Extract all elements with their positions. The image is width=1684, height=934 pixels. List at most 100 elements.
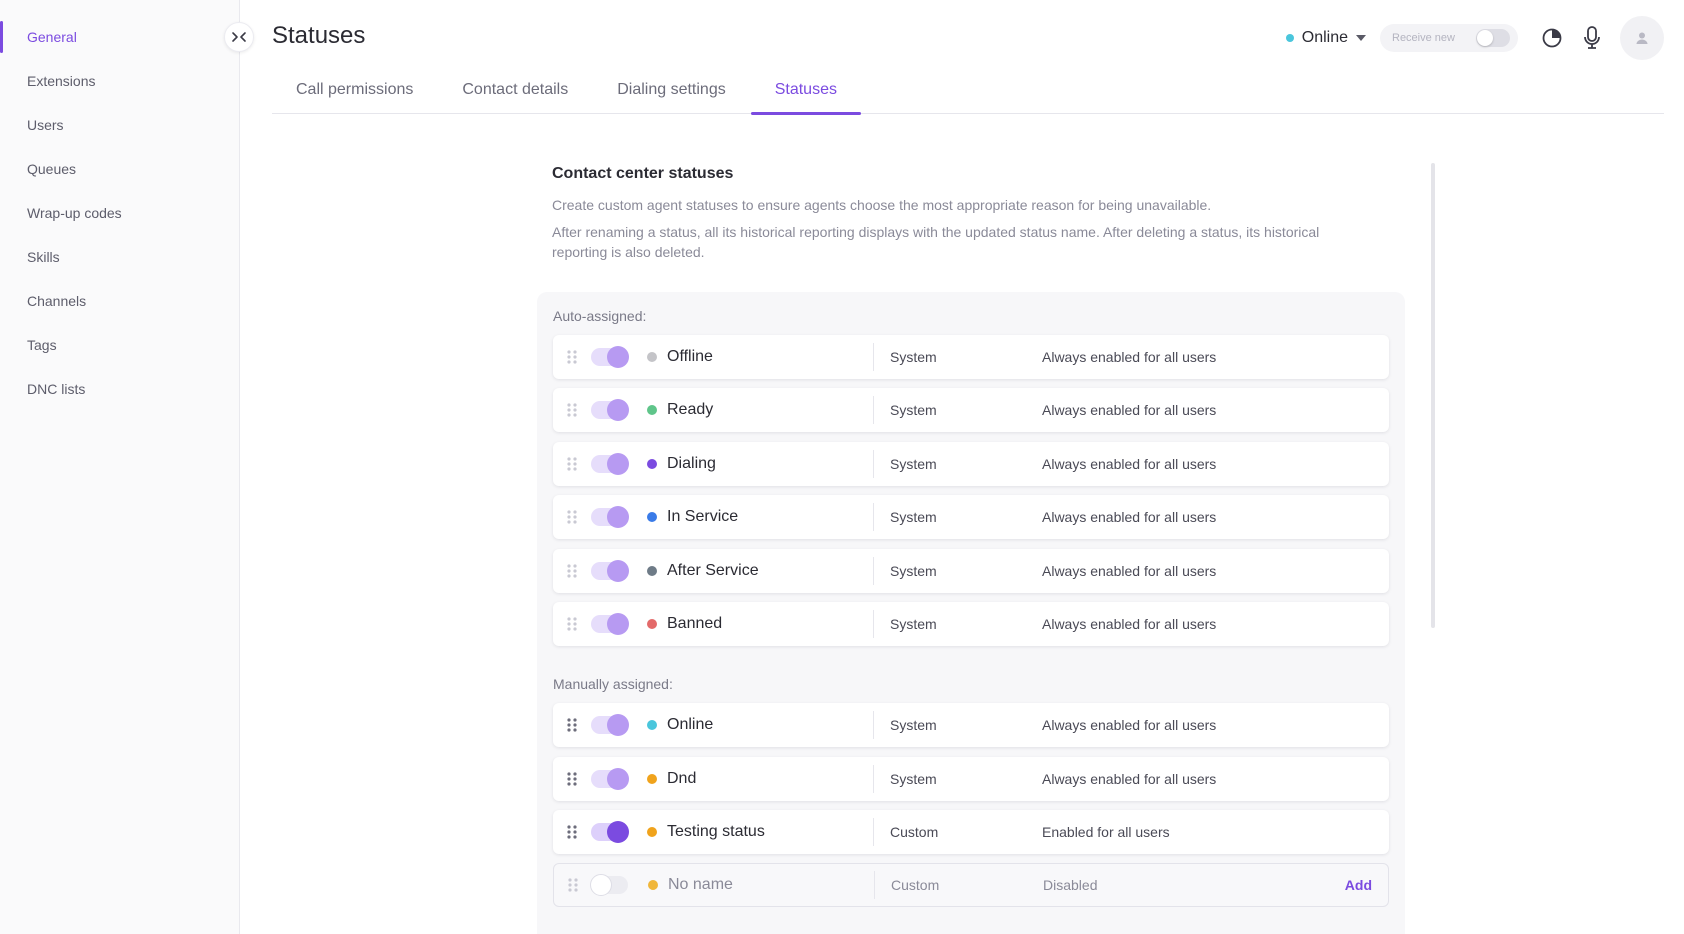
tab-contact-details[interactable]: Contact details	[438, 66, 592, 113]
status-name: Testing status	[647, 823, 873, 841]
sidebar-item-queues[interactable]: Queues	[0, 147, 239, 191]
status-name: Banned	[647, 615, 873, 633]
tab-bar: Call permissions Contact details Dialing…	[272, 66, 1664, 115]
status-row: Testing status Custom Enabled for all us…	[553, 810, 1389, 854]
receive-new-toggle[interactable]: Receive new	[1380, 23, 1518, 52]
status-toggle[interactable]	[591, 821, 629, 843]
column-divider	[873, 557, 874, 585]
status-type: System	[890, 402, 937, 418]
status-row: Banned System Always enabled for all use…	[553, 602, 1389, 646]
status-name: After Service	[647, 562, 873, 580]
status-color-dot	[647, 774, 657, 784]
status-toggle[interactable]	[591, 714, 629, 736]
avatar[interactable]	[1620, 15, 1664, 60]
drag-handle-icon[interactable]	[553, 772, 591, 786]
status-dot	[1285, 33, 1294, 42]
status-type: Custom	[890, 824, 939, 840]
tab-statuses[interactable]: Statuses	[750, 66, 862, 115]
column-divider	[873, 343, 874, 371]
app-root: General Extensions Users Queues Wrap-up …	[0, 0, 1684, 934]
column-divider	[873, 396, 874, 424]
header-actions: Online Receive new	[1285, 15, 1684, 60]
auto-assigned-label: Auto-assigned:	[553, 308, 647, 324]
microphone-icon	[1584, 25, 1600, 49]
status-toggle[interactable]	[591, 346, 629, 368]
status-name: Offline	[647, 348, 873, 366]
chart-icon	[1542, 28, 1562, 47]
status-toggle[interactable]	[591, 399, 629, 421]
status-type: System	[890, 456, 937, 472]
collapse-sidebar-button[interactable]	[224, 22, 254, 52]
sidebar-item-dnc-lists[interactable]: DNC lists	[0, 367, 239, 411]
status-row: Online System Always enabled for all use…	[553, 703, 1389, 747]
drag-handle-icon[interactable]	[553, 403, 591, 417]
status-availability: Always enabled for all users	[1042, 456, 1217, 472]
section-description: Create custom agent statuses to ensure a…	[552, 197, 1212, 213]
status-dropdown[interactable]: Online	[1285, 29, 1366, 47]
status-row: In Service System Always enabled for all…	[553, 495, 1389, 539]
status-color-dot	[647, 405, 657, 415]
status-toggle[interactable]	[591, 453, 629, 475]
sidebar-item-general[interactable]: General	[0, 15, 239, 59]
drag-handle-icon[interactable]	[553, 510, 591, 524]
status-type: System	[890, 349, 937, 365]
status-row: Offline System Always enabled for all us…	[553, 335, 1389, 379]
column-divider	[873, 818, 874, 846]
drag-handle-icon[interactable]	[553, 825, 591, 839]
status-availability: Always enabled for all users	[1042, 616, 1217, 632]
status-name: Dialing	[647, 455, 873, 473]
status-availability: Always enabled for all users	[1042, 771, 1217, 787]
status-availability: Always enabled for all users	[1042, 349, 1217, 365]
receive-new-switch[interactable]	[1476, 28, 1510, 47]
column-divider	[874, 871, 875, 899]
scrollbar[interactable]	[1431, 163, 1435, 628]
drag-handle-icon[interactable]	[553, 718, 591, 732]
drag-handle-icon[interactable]	[553, 617, 591, 631]
status-toggle[interactable]	[591, 560, 629, 582]
status-toggle[interactable]	[591, 768, 629, 790]
status-color-dot	[647, 459, 657, 469]
column-divider	[873, 610, 874, 638]
sidebar-item-wrap-up-codes[interactable]: Wrap-up codes	[0, 191, 239, 235]
sidebar-item-users[interactable]: Users	[0, 103, 239, 147]
status-toggle[interactable]	[591, 506, 629, 528]
status-row: After Service System Always enabled for …	[553, 549, 1389, 593]
sidebar-item-extensions[interactable]: Extensions	[0, 59, 239, 103]
status-availability: Enabled for all users	[1042, 824, 1170, 840]
status-type: System	[890, 771, 937, 787]
status-toggle[interactable]	[591, 613, 629, 635]
status-availability: Always enabled for all users	[1042, 717, 1217, 733]
tab-dialing-settings[interactable]: Dialing settings	[593, 66, 750, 113]
status-toggle[interactable]	[590, 874, 628, 896]
drag-handle-icon[interactable]	[553, 457, 591, 471]
status-row: Dnd System Always enabled for all users	[553, 757, 1389, 801]
column-divider	[873, 450, 874, 478]
user-icon	[1636, 32, 1648, 44]
drag-handle-icon[interactable]	[553, 564, 591, 578]
status-color-dot[interactable]	[648, 880, 658, 890]
status-type: System	[890, 616, 937, 632]
status-name: In Service	[647, 508, 873, 526]
page-title: Statuses	[272, 22, 366, 49]
status-name: Ready	[647, 401, 873, 419]
status-type: System	[890, 509, 937, 525]
status-type: System	[890, 563, 937, 579]
microphone-button[interactable]	[1572, 18, 1612, 58]
sidebar-item-tags[interactable]: Tags	[0, 323, 239, 367]
sidebar-item-skills[interactable]: Skills	[0, 235, 239, 279]
receive-new-label: Receive new	[1392, 31, 1455, 44]
sidebar-item-channels[interactable]: Channels	[0, 279, 239, 323]
sidebar: General Extensions Users Queues Wrap-up …	[0, 0, 240, 934]
drag-handle-icon[interactable]	[554, 878, 592, 892]
reports-button[interactable]	[1532, 18, 1572, 58]
status-availability: Always enabled for all users	[1042, 509, 1217, 525]
status-color-dot	[647, 619, 657, 629]
tab-call-permissions[interactable]: Call permissions	[272, 66, 437, 113]
drag-handle-icon[interactable]	[553, 350, 591, 364]
status-availability: Always enabled for all users	[1042, 402, 1217, 418]
add-status-button[interactable]: Add	[1345, 877, 1372, 893]
status-row: Dialing System Always enabled for all us…	[553, 442, 1389, 486]
new-status-name-input[interactable]: No name	[648, 876, 874, 894]
collapse-icon	[232, 32, 246, 42]
status-name: Dnd	[647, 770, 873, 788]
